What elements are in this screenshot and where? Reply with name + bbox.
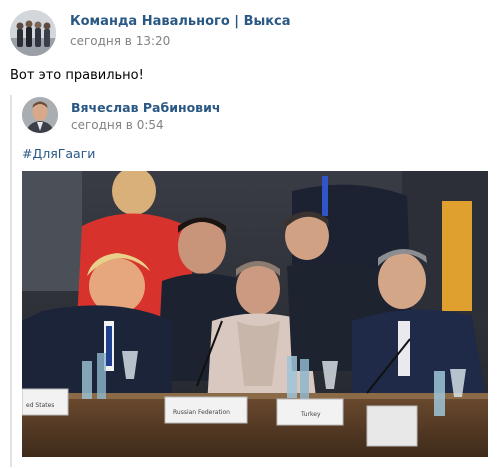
post-photo[interactable]: ed States Russian Federation Turkey xyxy=(22,171,488,457)
repost-timestamp[interactable]: сегодня в 0:54 xyxy=(71,118,164,132)
summit-photo-image: ed States Russian Federation Turkey xyxy=(22,171,488,457)
placard-turkey-label: Turkey xyxy=(300,411,321,418)
placard-russia: Russian Federation xyxy=(164,396,248,424)
placard-russia-label: Russian Federation xyxy=(173,409,230,416)
repost-divider xyxy=(10,95,12,467)
placard-turkey: Turkey xyxy=(276,398,344,426)
repost-author[interactable]: Вячеслав Рабинович xyxy=(71,100,220,115)
repost-avatar-image xyxy=(22,97,58,133)
placard-usa: ed States xyxy=(22,388,69,416)
group-avatar-image xyxy=(10,10,56,56)
group-avatar[interactable] xyxy=(10,10,56,56)
post-text: Вот это правильно! xyxy=(10,68,144,83)
post-author[interactable]: Команда Навального | Выкса xyxy=(70,14,291,29)
wall-post: Команда Навального | Выкса сегодня в 13:… xyxy=(0,0,500,469)
hashtag-link[interactable]: #ДляГааги xyxy=(22,146,95,161)
repost-author-avatar[interactable] xyxy=(22,97,58,133)
placard-usa-label: ed States xyxy=(26,402,54,409)
post-timestamp[interactable]: сегодня в 13:20 xyxy=(70,34,170,48)
